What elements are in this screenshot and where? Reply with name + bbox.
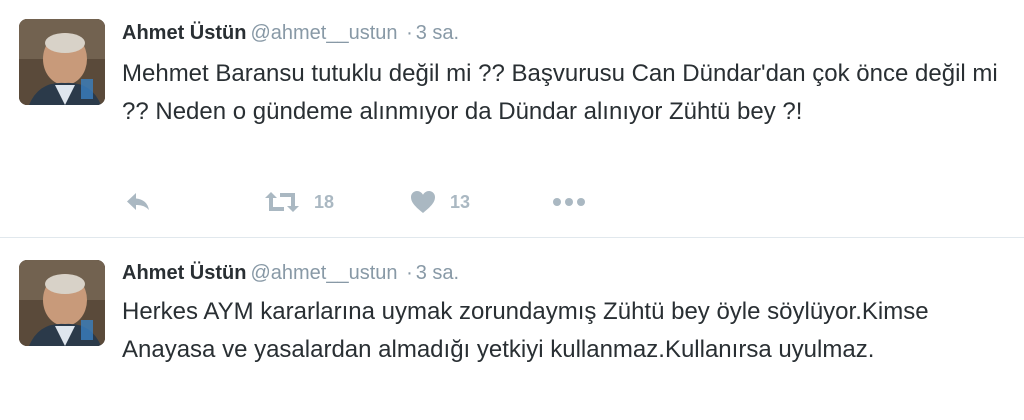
tweet[interactable]: Ahmet Üstün @ahmet__ustun · 3 sa. Herkes A… bbox=[0, 238, 1024, 420]
tweet[interactable]: Ahmet Üstün @ahmet__ustun · 3 sa. Mehmet B… bbox=[0, 0, 1024, 238]
more-icon bbox=[552, 197, 586, 207]
fullname[interactable]: Ahmet Üstün bbox=[122, 262, 246, 284]
retweet-count: 18 bbox=[314, 191, 335, 212]
retweet-icon bbox=[264, 190, 300, 214]
tweet-header: Ahmet Üstün @ahmet__ustun · 3 sa. bbox=[122, 18, 459, 48]
avatar[interactable] bbox=[19, 260, 105, 346]
more-button[interactable] bbox=[552, 186, 586, 218]
reply-icon bbox=[125, 191, 151, 213]
timestamp[interactable]: 3 sa. bbox=[416, 22, 459, 44]
avatar[interactable] bbox=[19, 19, 105, 105]
like-button[interactable]: 13 bbox=[410, 186, 470, 218]
fullname[interactable]: Ahmet Üstün bbox=[122, 22, 246, 44]
username[interactable]: @ahmet__ustun bbox=[250, 22, 397, 44]
separator: · bbox=[406, 22, 413, 44]
retweet-button[interactable]: 18 bbox=[264, 186, 334, 218]
tweet-text: Mehmet Baransu tutuklu değil mi ?? Başvu… bbox=[122, 60, 998, 125]
tweet-header: Ahmet Üstün @ahmet__ustun · 3 sa. bbox=[122, 258, 459, 288]
like-count: 13 bbox=[450, 191, 471, 212]
username[interactable]: @ahmet__ustun bbox=[250, 262, 397, 284]
separator: · bbox=[406, 262, 413, 284]
heart-icon bbox=[410, 190, 436, 214]
reply-button[interactable] bbox=[125, 186, 151, 218]
tweet-actions: 18 13 bbox=[122, 186, 722, 218]
timestamp[interactable]: 3 sa. bbox=[416, 262, 459, 284]
tweet-text: Herkes AYM kararlarına uymak zorundaymış… bbox=[122, 298, 929, 363]
